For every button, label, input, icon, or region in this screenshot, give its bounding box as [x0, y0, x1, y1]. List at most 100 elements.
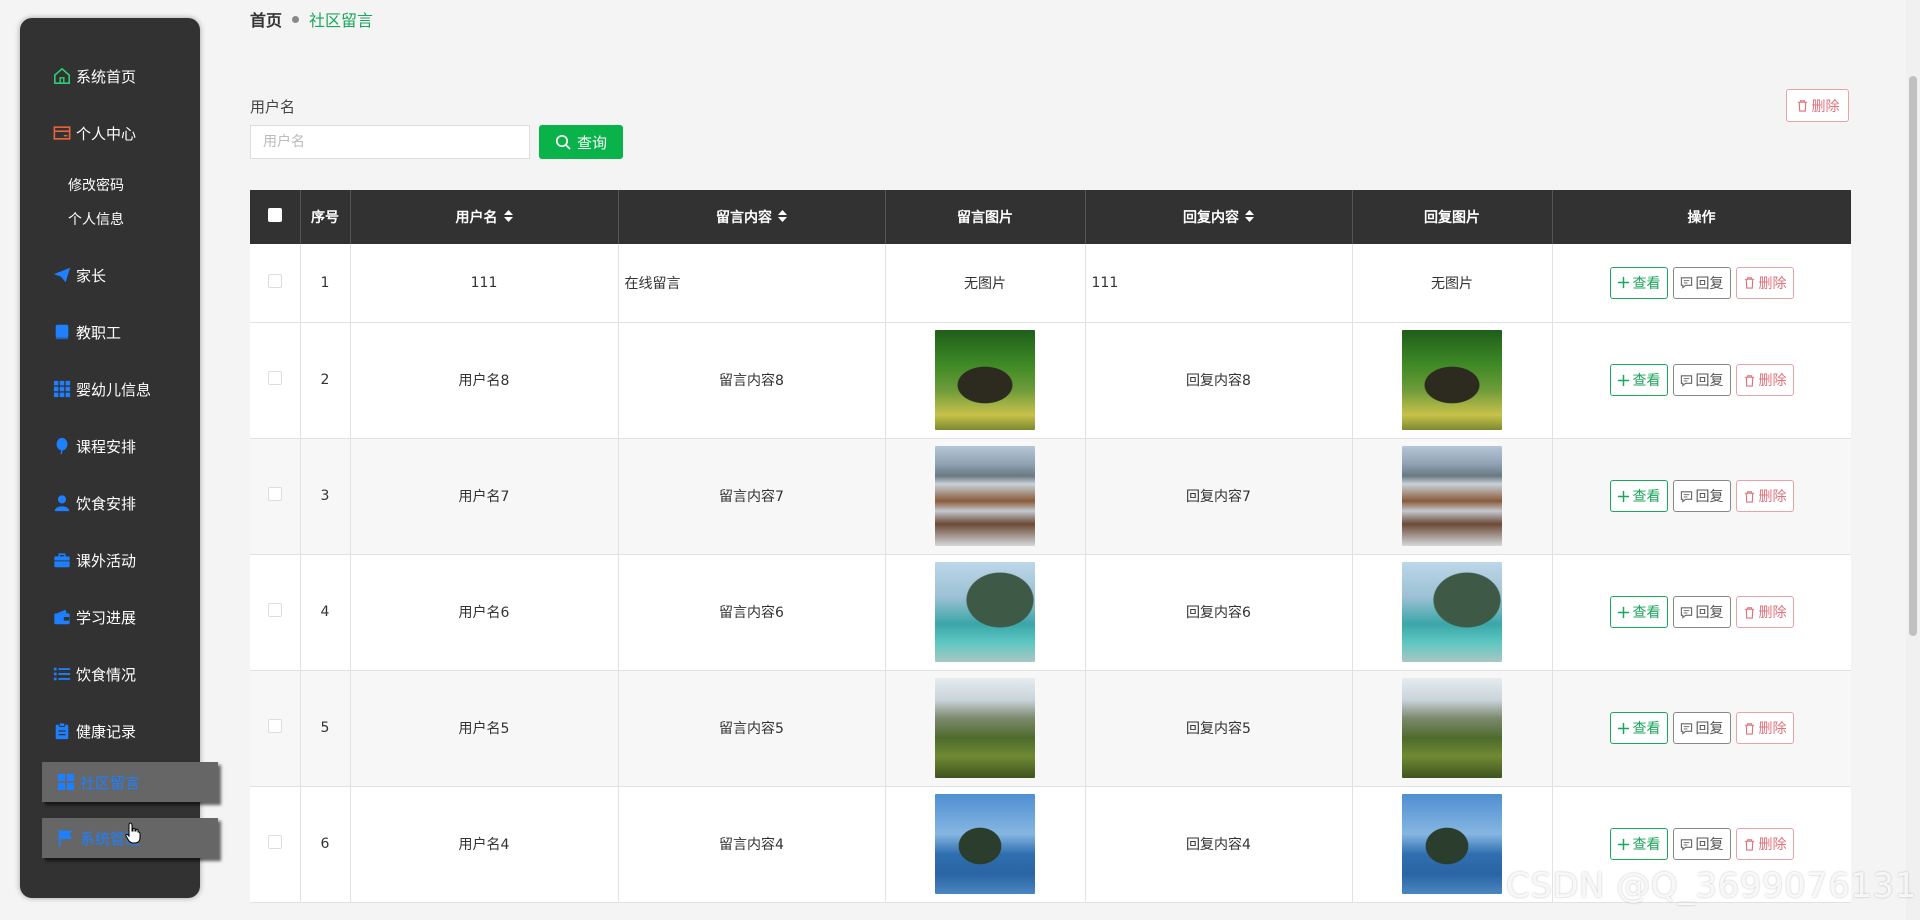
sidebar-item-infant-info[interactable]: 婴幼儿信息	[20, 369, 200, 409]
view-button[interactable]: 查看	[1609, 480, 1668, 512]
message-image-thumbnail[interactable]	[935, 446, 1035, 546]
reply-cell: 回复内容8	[1085, 322, 1353, 439]
view-button[interactable]: 查看	[1609, 266, 1668, 299]
sort-icon[interactable]	[778, 210, 787, 226]
header-index: 序号	[300, 190, 351, 244]
hand-cursor-icon	[125, 822, 141, 844]
select-all-checkbox[interactable]	[267, 208, 282, 222]
reply-image-thumbnail[interactable]	[1402, 678, 1502, 778]
sort-icon[interactable]	[1245, 210, 1254, 226]
header-username[interactable]: 用户名	[350, 190, 619, 244]
actions-cell: 查看 回复 删除	[1552, 554, 1851, 671]
delete-button[interactable]: 删除	[1735, 364, 1794, 396]
reply-image-thumbnail[interactable]	[1402, 794, 1502, 894]
row-checkbox[interactable]	[267, 371, 282, 385]
delete-button[interactable]: 删除	[1735, 596, 1794, 628]
sidebar-item-staff[interactable]: 教职工	[20, 312, 200, 352]
message-image-thumbnail[interactable]	[935, 562, 1035, 662]
reply-button[interactable]: 回复	[1672, 266, 1731, 299]
delete-button[interactable]: 删除	[1735, 266, 1794, 299]
reply-image-cell: 无图片	[1352, 244, 1553, 323]
search-button[interactable]: 查询	[539, 125, 623, 159]
comment-icon	[1680, 606, 1692, 619]
row-select-cell[interactable]	[250, 786, 301, 903]
header-reply-image: 回复图片	[1352, 190, 1553, 244]
scrollbar-thumb[interactable]	[1909, 76, 1917, 636]
sidebar-item-diet-status[interactable]: 饮食情况	[20, 654, 200, 694]
view-button[interactable]: 查看	[1609, 596, 1668, 628]
row-checkbox[interactable]	[267, 603, 282, 617]
username-cell: 用户名7	[350, 438, 619, 555]
row-checkbox[interactable]	[267, 719, 282, 733]
content-cell: 留言内容7	[618, 438, 886, 555]
row-checkbox[interactable]	[267, 487, 282, 501]
sidebar-item-courses[interactable]: 课程安排	[20, 426, 200, 466]
row-checkbox[interactable]	[267, 273, 282, 288]
batch-delete-button[interactable]: 删除	[1786, 89, 1849, 122]
page-scrollbar[interactable]	[1906, 0, 1920, 920]
actions-cell: 查看 回复 删除	[1552, 438, 1851, 555]
row-select-cell[interactable]	[250, 554, 301, 671]
sidebar-item-label: 婴幼儿信息	[76, 380, 152, 399]
username-cell: 用户名5	[350, 670, 619, 787]
view-button[interactable]: 查看	[1609, 828, 1668, 860]
reply-image-thumbnail[interactable]	[1402, 446, 1502, 546]
breadcrumb-home[interactable]: 首页	[250, 7, 282, 31]
reply-button[interactable]: 回复	[1672, 828, 1731, 860]
content-cell: 留言内容8	[618, 322, 886, 439]
reply-button[interactable]: 回复	[1672, 596, 1731, 628]
view-label: 查看	[1632, 489, 1661, 505]
sidebar-item-parents[interactable]: 家长	[20, 255, 200, 295]
delete-button[interactable]: 删除	[1735, 712, 1794, 744]
message-image-thumbnail[interactable]	[935, 330, 1035, 430]
row-select-cell[interactable]	[250, 322, 301, 439]
view-label: 查看	[1632, 837, 1661, 853]
view-button[interactable]: 查看	[1609, 712, 1668, 744]
reply-label: 回复	[1695, 837, 1724, 853]
delete-button[interactable]: 删除	[1735, 828, 1794, 860]
index-cell: 6	[300, 786, 351, 903]
username-cell: 用户名8	[350, 322, 619, 439]
row-checkbox[interactable]	[267, 835, 282, 849]
reply-cell: 回复内容5	[1085, 670, 1353, 787]
search-input[interactable]	[250, 125, 530, 159]
reply-button[interactable]: 回复	[1672, 480, 1731, 512]
view-button[interactable]: 查看	[1609, 364, 1668, 396]
sidebar-item-progress[interactable]: 学习进展	[20, 597, 200, 637]
select-all-cell[interactable]	[250, 190, 301, 244]
header-actions: 操作	[1552, 190, 1851, 244]
reply-button[interactable]: 回复	[1672, 364, 1731, 396]
header-label: 留言内容	[716, 210, 772, 226]
sidebar: 系统首页 个人中心 修改密码 个人信息 家长 教职工 婴幼儿信息 课程安排 饮食…	[20, 18, 218, 898]
reply-cell: 回复内容6	[1085, 554, 1353, 671]
reply-image-thumbnail[interactable]	[1402, 562, 1502, 662]
row-select-cell[interactable]	[250, 670, 301, 787]
sort-icon[interactable]	[503, 210, 513, 226]
sidebar-subitem-personal-info[interactable]: 个人信息	[68, 209, 124, 229]
row-select-cell[interactable]	[250, 438, 301, 555]
message-image-thumbnail[interactable]	[935, 678, 1035, 778]
content-cell: 留言内容4	[618, 786, 886, 903]
sidebar-item-community[interactable]: 社区留言	[42, 762, 218, 802]
row-select-cell[interactable]	[250, 244, 301, 323]
sidebar-item-activities[interactable]: 课外活动	[20, 540, 200, 580]
delete-label: 删除	[1758, 721, 1787, 737]
sidebar-item-label: 系统首页	[76, 67, 137, 86]
sidebar-subitem-change-password[interactable]: 修改密码	[68, 175, 124, 195]
table-row: 3 用户名7 留言内容7 回复内容7 查看 回复 删除	[250, 438, 1851, 555]
reply-label: 回复	[1695, 275, 1724, 292]
sidebar-item-home[interactable]: 系统首页	[20, 56, 200, 96]
header-reply[interactable]: 回复内容	[1085, 190, 1353, 244]
sidebar-item-diet-plan[interactable]: 饮食安排	[20, 483, 200, 523]
header-content[interactable]: 留言内容	[618, 190, 886, 244]
reply-image-thumbnail[interactable]	[1402, 330, 1502, 430]
view-label: 查看	[1632, 373, 1661, 389]
reply-button[interactable]: 回复	[1672, 712, 1731, 744]
header-image: 留言图片	[885, 190, 1086, 244]
message-image-thumbnail[interactable]	[935, 794, 1035, 894]
trash-icon	[1744, 722, 1754, 735]
delete-button[interactable]: 删除	[1735, 480, 1794, 512]
sidebar-item-profile[interactable]: 个人中心	[20, 113, 200, 153]
sidebar-item-health[interactable]: 健康记录	[20, 711, 200, 751]
header-label: 用户名	[455, 210, 498, 226]
